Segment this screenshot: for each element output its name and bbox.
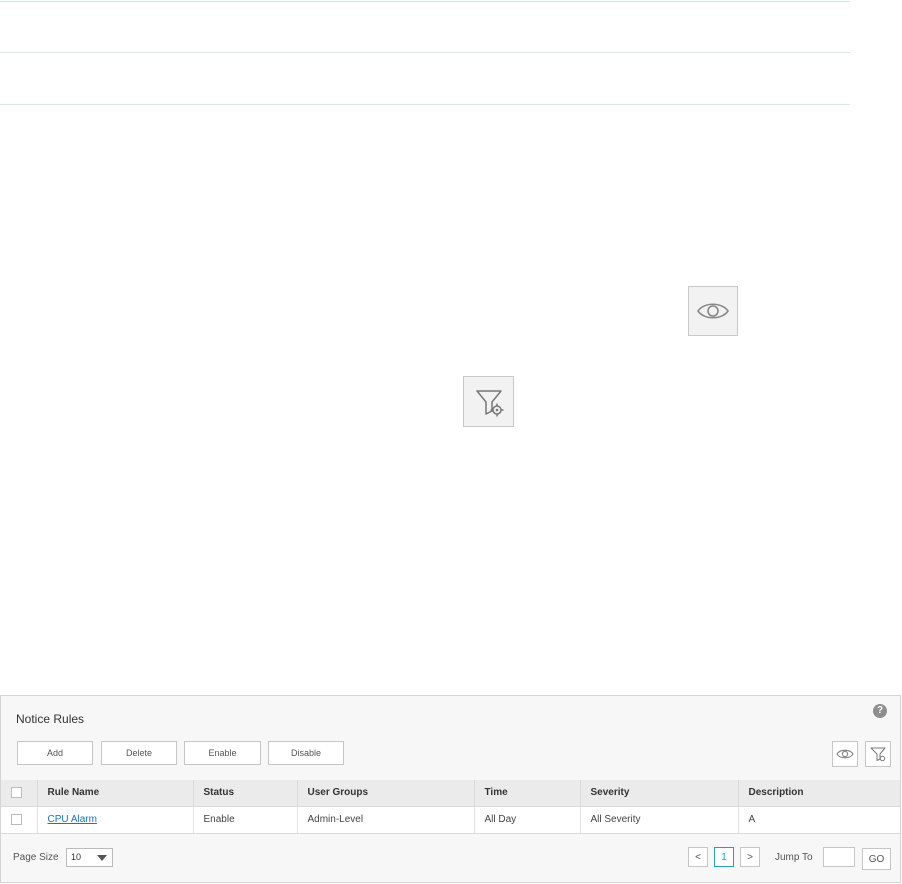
column-header-description[interactable]: Description [738,780,900,807]
column-header-severity[interactable]: Severity [580,780,739,807]
column-header-rule-name[interactable]: Rule Name [37,780,194,807]
row-checkbox[interactable] [11,813,22,825]
large-filter-settings-icon-button [463,376,514,427]
delete-button[interactable]: Delete [101,741,177,765]
divider-line [0,52,850,53]
notice-rules-table: Rule Name Status User Groups Time Severi… [1,780,900,834]
severity-cell: All Severity [580,806,739,834]
jump-to-label: Jump To [775,852,813,863]
column-header-user-groups[interactable]: User Groups [297,780,475,807]
go-button[interactable]: GO [862,848,891,870]
eye-icon [836,749,854,759]
disable-button[interactable]: Disable [268,741,344,765]
column-header-time[interactable]: Time [474,780,581,807]
page-size-value: 10 [71,852,82,862]
column-header-status[interactable]: Status [193,780,298,807]
large-view-icon-button [688,286,738,336]
help-icon[interactable]: ? [873,704,887,718]
panel-title: Notice Rules [16,712,85,726]
status-cell: Enable [193,806,298,834]
table-header-row: Rule Name Status User Groups Time Severi… [1,780,900,807]
select-all-cell [1,780,38,807]
row-select-cell [1,806,38,834]
page-size-select[interactable]: 10 [66,848,113,867]
rule-name-cell: CPU Alarm [37,806,194,834]
enable-button[interactable]: Enable [184,741,261,765]
filter-settings-button[interactable] [865,741,891,767]
prev-page-button[interactable]: < [688,847,708,867]
column-view-button[interactable] [832,741,858,767]
select-all-checkbox[interactable] [11,787,22,799]
chevron-down-icon [97,855,107,861]
filter-settings-icon [870,747,886,762]
page-size-label: Page Size [13,852,59,863]
divider-line [0,104,850,105]
jump-to-input[interactable] [823,847,855,867]
rule-name-link[interactable]: CPU Alarm [48,814,97,825]
description-cell: A [738,806,900,834]
user-groups-cell: Admin-Level [297,806,475,834]
current-page-button[interactable]: 1 [714,847,734,867]
table-row: CPU Alarm Enable Admin-Level All Day All… [1,806,900,834]
time-cell: All Day [474,806,581,834]
notice-rules-panel: Notice Rules ? Add Delete Enable Disable… [0,695,901,883]
add-button[interactable]: Add [17,741,93,765]
eye-icon [697,303,729,319]
filter-settings-icon [475,389,503,416]
divider-line [0,1,850,2]
next-page-button[interactable]: > [740,847,760,867]
